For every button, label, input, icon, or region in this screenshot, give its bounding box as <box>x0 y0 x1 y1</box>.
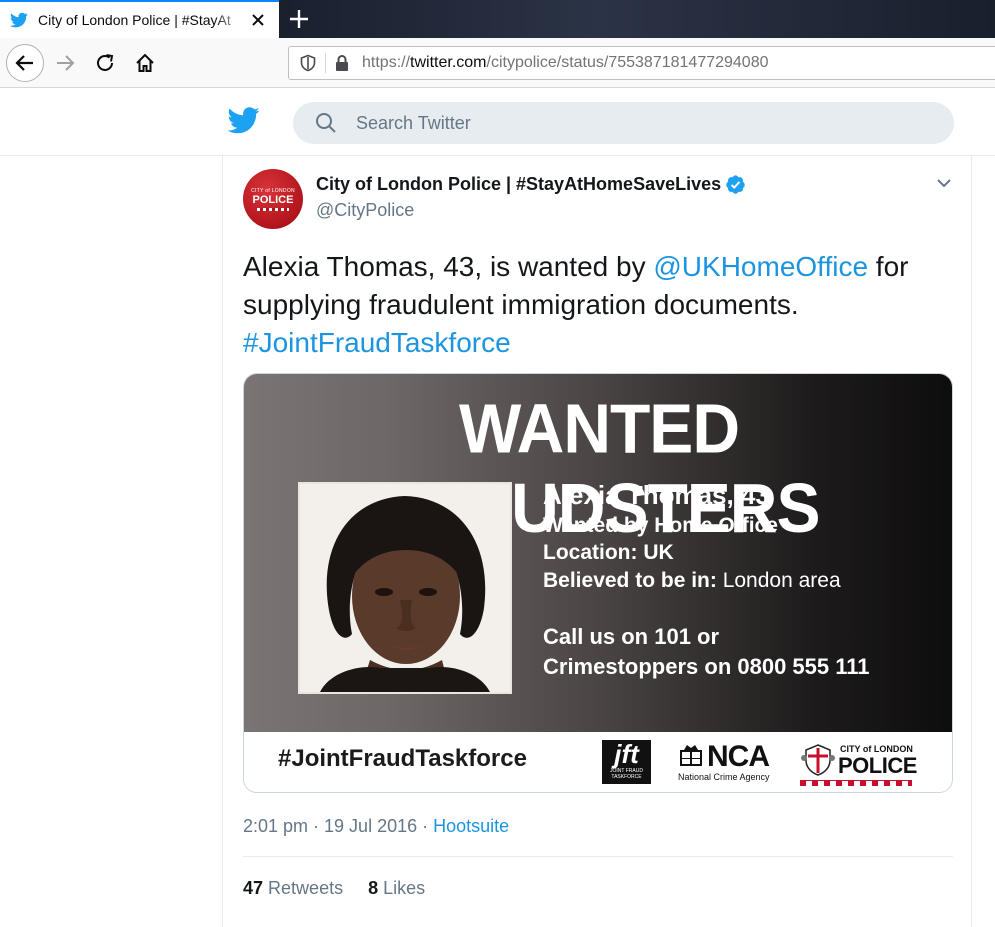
twitter-bird-icon <box>10 12 28 28</box>
avatar-checker-band <box>257 207 289 211</box>
mention-link[interactable]: @UKHomeOffice <box>653 251 868 282</box>
nca-logo: NCA National Crime Agency <box>678 740 778 786</box>
suspect-photo <box>298 482 512 694</box>
retweets-label: Retweets <box>268 878 344 898</box>
likes-label: Likes <box>383 878 426 898</box>
url-separator <box>325 53 326 73</box>
tab-title: City of London Police | #StayAt <box>38 12 231 28</box>
shield-icon[interactable] <box>299 54 317 72</box>
navigation-toolbar: https://twitter.com/citypolice/status/75… <box>0 38 995 88</box>
forward-button[interactable] <box>49 47 81 79</box>
city-of-london-police-logo: CITY of LONDON POLICE <box>800 742 917 786</box>
chevron-down-icon[interactable] <box>933 172 955 194</box>
display-name-text: City of London Police | #StayAtHomeSaveL… <box>316 174 722 194</box>
twitter-header <box>0 88 995 156</box>
jft-logo-text: jft <box>614 739 639 769</box>
reload-icon <box>97 54 114 71</box>
hashtag-link[interactable]: #JointFraudTaskforce <box>243 327 511 358</box>
arrow-left-icon <box>15 55 33 71</box>
checker-band <box>800 780 912 786</box>
likes-count: 8 <box>368 878 379 898</box>
lock-icon[interactable] <box>334 54 350 72</box>
retweets-stat[interactable]: 47 Retweets <box>243 878 343 899</box>
tweet-meta: 2:01 pm · 19 Jul 2016 · Hootsuite <box>243 816 509 837</box>
url-scheme: https:// <box>362 54 411 71</box>
search-input[interactable] <box>356 112 916 134</box>
active-tab[interactable]: City of London Police | #StayAt <box>0 0 279 38</box>
poster-location: Location: UK <box>543 541 674 564</box>
retweets-count: 47 <box>243 878 264 898</box>
address-bar[interactable]: https://twitter.com/citypolice/status/75… <box>288 46 995 80</box>
wanted-poster: WANTED FRAUDSTERS Alexia Thomas, 43 Want… <box>244 374 952 732</box>
user-handle[interactable]: @CityPolice <box>316 200 414 221</box>
nca-logo-subtext: National Crime Agency <box>678 772 770 782</box>
tweet-stats: 47 Retweets 8 Likes <box>243 878 450 899</box>
close-icon[interactable] <box>249 11 267 29</box>
poster-call-line1: Call us on 101 or <box>543 624 720 649</box>
twitter-logo-icon[interactable] <box>228 107 260 134</box>
poster-believed: Believed to be in: London area <box>543 569 841 593</box>
nca-logo-text: NCA <box>707 740 770 773</box>
url-text[interactable]: https://twitter.com/citypolice/status/75… <box>362 54 769 72</box>
tweet-text: Alexia Thomas, 43, is wanted by @UKHomeO… <box>243 248 943 362</box>
new-tab-plus-icon[interactable] <box>286 6 312 32</box>
home-icon <box>136 53 154 72</box>
divider <box>243 856 953 857</box>
poster-footer-hashtag: #JointFraudTaskforce <box>278 745 527 772</box>
home-button[interactable] <box>129 47 161 79</box>
jft-logo-subtext: JOINT FRAUD TASKFORCE <box>610 768 643 780</box>
colp-logo-big-text: POLICE <box>838 753 917 778</box>
url-path: /citypolice/status/755387181477294080 <box>486 54 769 71</box>
poster-call-line2: Crimestoppers on 0800 555 111 <box>543 654 870 679</box>
likes-stat[interactable]: 8 Likes <box>368 878 425 899</box>
reload-button[interactable] <box>89 47 121 79</box>
tweet-text-part1: Alexia Thomas, 43, is wanted by <box>243 251 654 282</box>
poster-believed-value: London area <box>722 569 841 592</box>
search-icon <box>316 113 336 133</box>
poster-wanted-by: Wanted by Home Office <box>543 514 778 537</box>
avatar[interactable]: CITY of LONDON POLICE <box>243 169 303 229</box>
poster-believed-label: Believed to be in: <box>543 569 723 592</box>
tweet-timestamp[interactable]: 2:01 pm · 19 Jul 2016 · <box>243 816 433 836</box>
poster-footer: #JointFraudTaskforce jft JOINT FRAUD TAS… <box>244 732 952 792</box>
crown-crest-icon <box>680 745 702 766</box>
tweet-media-image[interactable]: WANTED FRAUDSTERS Alexia Thomas, 43 Want… <box>243 373 953 793</box>
verified-badge-icon <box>726 175 745 194</box>
display-name[interactable]: City of London Police | #StayAtHomeSaveL… <box>316 174 746 195</box>
back-button[interactable] <box>6 44 44 82</box>
jft-logo: jft JOINT FRAUD TASKFORCE <box>602 740 651 784</box>
tab-bar: City of London Police | #StayAt <box>0 0 995 38</box>
tweet-source-link[interactable]: Hootsuite <box>433 816 509 836</box>
arrow-right-icon <box>57 55 75 71</box>
avatar-text-big: POLICE <box>252 193 294 206</box>
url-host: twitter.com <box>410 54 487 71</box>
tweet-column: CITY of LONDON POLICE City of London Pol… <box>222 156 972 927</box>
portrait-illustration <box>300 484 510 692</box>
poster-name: Alexia Thomas, 43 <box>543 480 770 510</box>
search-box[interactable] <box>293 102 954 144</box>
coat-of-arms-icon <box>801 744 835 776</box>
